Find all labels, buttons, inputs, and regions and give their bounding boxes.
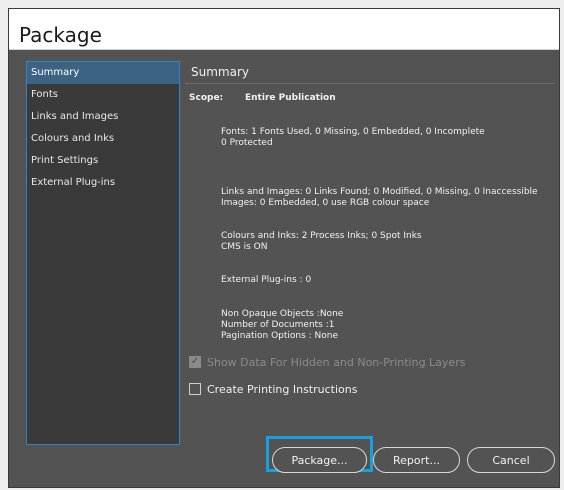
- title-bar[interactable]: Package: [9, 9, 559, 50]
- package-button[interactable]: Package...: [272, 447, 367, 473]
- show-hidden-layers-checkbox: ✓: [189, 356, 201, 368]
- show-hidden-layers-option: ✓ Show Data For Hidden and Non-Printing …: [189, 355, 465, 369]
- sidebar-item-links-and-images[interactable]: Links and Images: [27, 106, 179, 128]
- summary-header: Summary: [185, 61, 555, 84]
- printing-instructions-option[interactable]: Create Printing Instructions: [189, 382, 357, 396]
- summary-heading: Summary: [191, 65, 249, 79]
- dialog-title: Package: [19, 23, 102, 47]
- package-dialog: Package Summary Fonts Links and Images C…: [8, 8, 560, 488]
- show-hidden-layers-label: Show Data For Hidden and Non-Printing La…: [207, 355, 466, 369]
- sidebar-item-summary[interactable]: Summary: [27, 62, 179, 84]
- category-sidebar: Summary Fonts Links and Images Colours a…: [26, 61, 180, 445]
- printing-instructions-label[interactable]: Create Printing Instructions: [207, 383, 357, 396]
- sidebar-item-external-plug-ins[interactable]: External Plug-ins: [27, 172, 179, 194]
- colours-summary: Colours and Inks: 2 Process Inks; 0 Spot…: [221, 231, 422, 252]
- fonts-summary: Fonts: 1 Fonts Used, 0 Missing, 0 Embedd…: [221, 127, 485, 148]
- scope-label: Scope:: [189, 93, 224, 103]
- report-button[interactable]: Report...: [373, 447, 460, 473]
- cancel-button[interactable]: Cancel: [467, 447, 555, 473]
- links-summary: Links and Images: 0 Links Found; 0 Modif…: [221, 187, 538, 208]
- sidebar-item-fonts[interactable]: Fonts: [27, 84, 179, 106]
- other-summary: Non Opaque Objects :None Number of Docum…: [221, 309, 344, 341]
- sidebar-item-colours-and-inks[interactable]: Colours and Inks: [27, 128, 179, 150]
- plugins-summary: External Plug-ins : 0: [221, 275, 312, 285]
- scope-value: Entire Publication: [245, 93, 336, 103]
- printing-instructions-checkbox[interactable]: [189, 383, 201, 395]
- sidebar-item-print-settings[interactable]: Print Settings: [27, 150, 179, 172]
